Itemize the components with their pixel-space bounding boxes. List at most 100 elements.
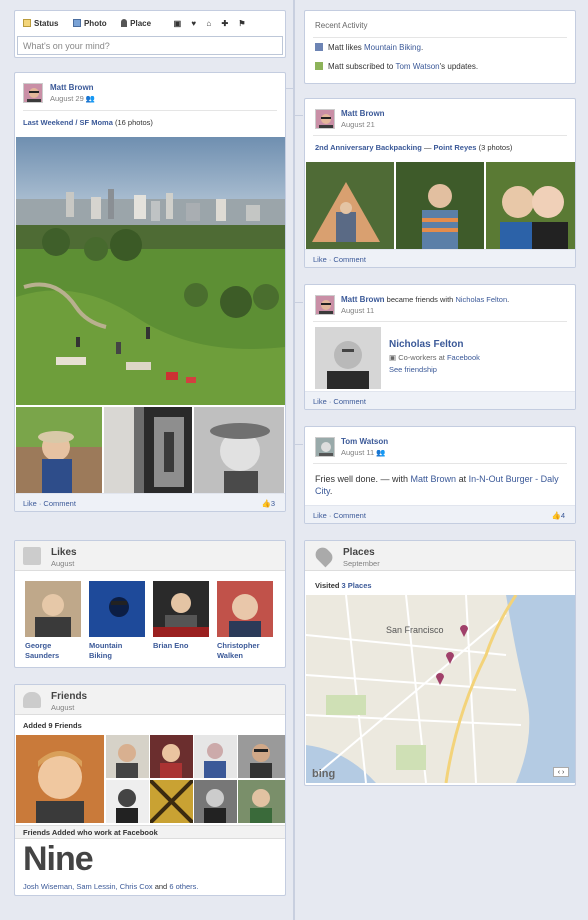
- friends-big-number: Nine: [23, 840, 94, 878]
- post-date: August 21: [341, 120, 375, 129]
- like-item-label[interactable]: Christopher Walken: [217, 641, 273, 661]
- facebook-link[interactable]: Facebook: [447, 353, 480, 362]
- activity-item: Matt subscribed to Tom Watson's updates.: [315, 62, 478, 71]
- album-thumb-photo[interactable]: [306, 162, 394, 250]
- places-visited: Visited 3 Places: [315, 581, 372, 590]
- like-count[interactable]: 👍4: [551, 511, 565, 520]
- thumbs-up-icon: [23, 547, 41, 565]
- post-footer: Like · Comment 👍3: [15, 493, 285, 511]
- friends-icon: [23, 692, 41, 708]
- see-friendship-link[interactable]: See friendship: [389, 365, 437, 374]
- places-card: Places September Visited 3 Places San Fr…: [304, 540, 576, 786]
- avatar[interactable]: [315, 295, 335, 315]
- album-post-card: Matt Brown August 21 2nd Anniversary Bac…: [304, 98, 576, 268]
- friend-photo[interactable]: [150, 780, 193, 823]
- others-link[interactable]: 6 others.: [169, 882, 198, 891]
- friends-date: August: [51, 703, 75, 712]
- places-date: September: [343, 559, 380, 568]
- timeline-connector: [295, 115, 303, 116]
- briefcase-icon[interactable]: ▣: [174, 19, 182, 28]
- post-author[interactable]: Matt Brown: [341, 295, 385, 304]
- post-divider: [313, 321, 567, 322]
- map-marker[interactable]: [435, 671, 445, 685]
- likes-card: Likes August George Saunders Mountain Bi…: [14, 540, 286, 668]
- map-nav-controls[interactable]: ‹ ›: [553, 767, 569, 777]
- friend-photo[interactable]: [238, 780, 285, 823]
- health-icon[interactable]: ✚: [221, 19, 228, 28]
- post-date: August 11: [341, 306, 375, 315]
- map-marker[interactable]: [459, 623, 469, 637]
- friend-link[interactable]: Nicholas Felton: [455, 295, 507, 304]
- post-date: August 29 👥: [50, 94, 96, 103]
- friendship-headline: Matt Brown became friends with Nicholas …: [341, 295, 510, 304]
- friend-photo[interactable]: [150, 735, 193, 778]
- tab-photo[interactable]: Photo: [72, 19, 113, 28]
- flag-icon[interactable]: ⚑: [238, 19, 245, 28]
- friends-audience-icon[interactable]: 👥: [376, 448, 385, 457]
- post-divider: [313, 463, 567, 464]
- album-title: 2nd Anniversary Backpacking — Point Reye…: [315, 143, 513, 152]
- like-comment-links[interactable]: Like · Comment: [313, 511, 366, 520]
- like-item-photo[interactable]: [89, 581, 145, 637]
- place-link[interactable]: Point Reyes: [434, 143, 477, 152]
- friends-added-label: Added 9 Friends: [23, 721, 82, 730]
- places-map[interactable]: San Francisco bing ‹ ›: [306, 595, 575, 783]
- friends-names-links[interactable]: Josh Wiseman, Sam Lessin, Chris Cox: [23, 882, 153, 891]
- with-friend-link[interactable]: Matt Brown: [411, 474, 457, 484]
- like-comment-links[interactable]: Like · Comment: [23, 499, 76, 508]
- album-thumb-photo[interactable]: [486, 162, 575, 250]
- album-main-photo[interactable]: [16, 137, 285, 405]
- friend-photo[interactable]: [106, 735, 149, 778]
- friend-photo[interactable]: [106, 780, 149, 823]
- post-author[interactable]: Matt Brown: [50, 83, 94, 92]
- mountain-biking-link[interactable]: Mountain Biking: [364, 43, 421, 52]
- album-link[interactable]: 2nd Anniversary Backpacking: [315, 143, 422, 152]
- post-author[interactable]: Matt Brown: [341, 109, 385, 118]
- like-comment-links[interactable]: Like · Comment: [313, 255, 366, 264]
- post-divider: [23, 110, 277, 111]
- friend-photo[interactable]: [238, 735, 285, 778]
- like-item-photo[interactable]: [153, 581, 209, 637]
- activity-item: Matt likes Mountain Biking.: [315, 43, 423, 52]
- friend-photo[interactable]: [194, 780, 237, 823]
- status-input[interactable]: What's on your mind?: [17, 36, 283, 55]
- map-city-label: San Francisco: [386, 625, 444, 635]
- friends-title: Friends: [51, 691, 88, 702]
- friend-photo-large[interactable]: [16, 735, 104, 823]
- friend-profile-photo[interactable]: [315, 327, 381, 389]
- heart-icon[interactable]: ♥: [191, 19, 196, 28]
- map-pin-icon: [312, 544, 336, 568]
- album-thumb-photo[interactable]: [396, 162, 484, 250]
- tab-status[interactable]: Status: [23, 19, 64, 28]
- map-marker[interactable]: [445, 650, 455, 664]
- like-item-label[interactable]: George Saunders: [25, 641, 81, 661]
- friends-card: Friends August Added 9 Friends Friends A…: [14, 684, 286, 896]
- timeline-connector: [286, 88, 294, 89]
- like-count[interactable]: 👍3: [261, 499, 275, 508]
- album-thumb-photo[interactable]: [104, 407, 192, 495]
- like-activity-icon: [315, 43, 323, 51]
- album-thumb-photo[interactable]: [16, 407, 102, 495]
- like-item-label[interactable]: Brian Eno: [153, 641, 209, 651]
- like-item-label[interactable]: Mountain Biking: [89, 641, 145, 661]
- post-footer: Like · Comment 👍4: [305, 505, 575, 523]
- friend-name[interactable]: Nicholas Felton: [389, 339, 463, 350]
- album-link[interactable]: Last Weekend / SF Moma: [23, 118, 113, 127]
- tom-watson-link[interactable]: Tom Watson: [395, 62, 439, 71]
- album-thumb-photo[interactable]: [194, 407, 284, 495]
- post-author[interactable]: Tom Watson: [341, 437, 388, 446]
- friends-audience-icon[interactable]: 👥: [86, 94, 95, 103]
- like-item-photo[interactable]: [25, 581, 81, 637]
- recent-activity-divider: [313, 37, 567, 38]
- briefcase-icon: ▣: [389, 353, 397, 362]
- avatar[interactable]: [23, 83, 43, 103]
- tab-place[interactable]: Place: [121, 19, 157, 28]
- home-icon[interactable]: ⌂: [206, 19, 211, 28]
- visited-places-link[interactable]: 3 Places: [342, 581, 372, 590]
- avatar[interactable]: [315, 437, 335, 457]
- likes-header: Likes August: [15, 541, 285, 571]
- like-comment-links[interactable]: Like · Comment: [313, 397, 366, 406]
- like-item-photo[interactable]: [217, 581, 273, 637]
- friend-photo[interactable]: [194, 735, 237, 778]
- avatar[interactable]: [315, 109, 335, 129]
